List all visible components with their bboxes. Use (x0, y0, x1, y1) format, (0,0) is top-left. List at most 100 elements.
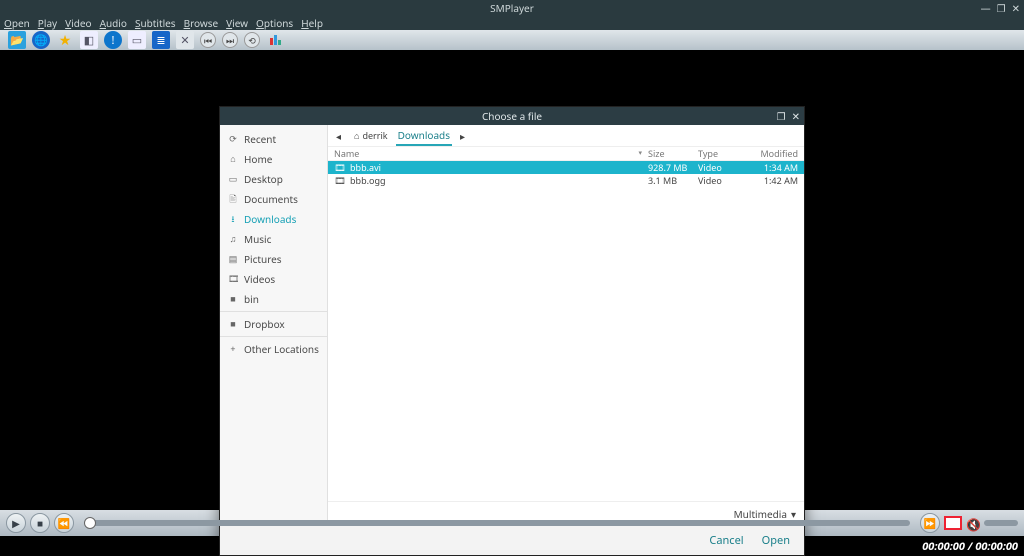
cancel-button[interactable]: Cancel (709, 533, 743, 548)
places-videos[interactable]: 🎞 Videos (220, 269, 327, 289)
file-dialog: Choose a file ❐ ✕ ⟳Recent ⌂Home ▭Desktop… (219, 106, 805, 556)
sidebar-item-label: Dropbox (244, 318, 285, 330)
play-button[interactable]: ▶ (6, 513, 26, 533)
places-documents[interactable]: 🖹 Documents (220, 189, 327, 209)
fullscreen-button[interactable] (944, 516, 962, 530)
menu-help[interactable]: Help (301, 16, 323, 30)
window-icon[interactable]: ▭ (128, 31, 146, 49)
dialog-maximize-icon[interactable]: ❐ (777, 109, 786, 123)
places-bin[interactable]: ■ bin (220, 289, 327, 309)
time-position: 00:00:00 / 00:00:00 (922, 539, 1018, 554)
equalizer-icon[interactable] (266, 31, 284, 49)
screenshot-icon[interactable]: ◧ (80, 31, 98, 49)
window-close-icon[interactable]: ✕ (1012, 3, 1020, 13)
file-name: bbb.ogg (350, 174, 648, 187)
window-maximize-icon[interactable]: ❐ (997, 3, 1006, 13)
breadcrumb-home[interactable]: ⌂ derrik (354, 129, 388, 142)
pictures-icon: ▤ (228, 254, 238, 265)
folder-icon: ■ (228, 319, 238, 330)
loop-icon[interactable]: ⟲ (244, 32, 260, 48)
open-button[interactable]: Open (762, 533, 790, 548)
video-file-icon: 🎞 (334, 161, 346, 174)
breadcrumb-back-icon[interactable]: ◂ (336, 129, 346, 143)
sidebar-item-label: bin (244, 293, 259, 305)
documents-icon: 🖹 (228, 194, 238, 205)
mute-icon[interactable]: 🔇 (966, 516, 980, 530)
places-pictures[interactable]: ▤Pictures (220, 249, 327, 269)
folder-icon: ■ (228, 294, 238, 305)
sidebar-item-label: Other Locations (244, 343, 319, 355)
open-file-icon[interactable]: 📂 (8, 31, 26, 49)
menu-play[interactable]: Play (38, 16, 57, 30)
file-list-header[interactable]: Name ▾ Size Type Modified (328, 147, 804, 161)
file-modified: 1:34 AM (748, 161, 798, 174)
video-area: Choose a file ❐ ✕ ⟳Recent ⌂Home ▭Desktop… (0, 50, 1024, 510)
breadcrumb-current[interactable]: Downloads (396, 125, 452, 146)
menu-options[interactable]: Options (256, 16, 293, 30)
file-modified: 1:42 AM (748, 174, 798, 187)
forward-button[interactable]: ⏩ (920, 513, 940, 533)
stop-button[interactable]: ■ (30, 513, 50, 533)
video-file-icon: 🎞 (334, 174, 346, 187)
sidebar-item-label: Downloads (244, 213, 296, 225)
places-other[interactable]: +Other Locations (220, 339, 327, 359)
playlist-icon[interactable]: ≣ (152, 31, 170, 49)
menu-view[interactable]: View (226, 16, 248, 30)
dialog-actions: Cancel Open (220, 525, 804, 555)
column-name[interactable]: Name (334, 147, 638, 160)
file-name: bbb.avi (350, 161, 648, 174)
file-size: 928.7 MB (648, 161, 698, 174)
window-minimize-icon[interactable]: — (981, 3, 991, 13)
dialog-title: Choose a file (482, 109, 542, 123)
file-list: 🎞 bbb.avi 928.7 MB Video 1:34 AM 🎞 bbb.o… (328, 161, 804, 501)
breadcrumb-forward-icon[interactable]: ▸ (460, 129, 470, 143)
menu-video[interactable]: Video (65, 16, 91, 30)
places-recent[interactable]: ⟳Recent (220, 129, 327, 149)
column-modified[interactable]: Modified (748, 147, 798, 160)
menu-open[interactable]: Open (4, 16, 30, 30)
favorites-icon[interactable]: ★ (56, 31, 74, 49)
places-home[interactable]: ⌂Home (220, 149, 327, 169)
home-icon: ⌂ (354, 129, 359, 142)
menu-audio[interactable]: Audio (100, 16, 127, 30)
sidebar-separator (220, 336, 327, 337)
menu-browse[interactable]: Browse (184, 16, 219, 30)
open-url-icon[interactable]: 🌐 (32, 31, 50, 49)
home-icon: ⌂ (228, 154, 238, 165)
menubar: Open Play Video Audio Subtitles Browse V… (0, 16, 1024, 30)
videos-icon: 🎞 (228, 274, 238, 285)
file-row[interactable]: 🎞 bbb.avi 928.7 MB Video 1:34 AM (328, 161, 804, 174)
menu-subtitles[interactable]: Subtitles (135, 16, 176, 30)
chevron-down-icon: ▾ (791, 507, 796, 521)
info-icon[interactable]: ! (104, 31, 122, 49)
rewind-button[interactable]: ⏪ (54, 513, 74, 533)
skip-back-icon[interactable]: ⏮ (200, 32, 216, 48)
seek-bar[interactable] (84, 520, 910, 526)
file-row[interactable]: 🎞 bbb.ogg 3.1 MB Video 1:42 AM (328, 174, 804, 187)
sidebar-item-label: Recent (244, 133, 276, 145)
dialog-close-icon[interactable]: ✕ (792, 109, 800, 123)
filetype-filter[interactable]: Multimedia ▾ (734, 507, 796, 521)
sidebar-item-label: Music (244, 233, 271, 245)
downloads-icon: ⭳ (228, 214, 238, 225)
file-type: Video (698, 161, 748, 174)
column-size[interactable]: Size (648, 147, 698, 160)
column-type[interactable]: Type (698, 147, 748, 160)
app-titlebar: SMPlayer — ❐ ✕ (0, 0, 1024, 16)
dialog-titlebar: Choose a file ❐ ✕ (220, 107, 804, 125)
toolbar: 📂 🌐 ★ ◧ ! ▭ ≣ ✕ ⏮ ⏭ ⟲ (0, 30, 1024, 50)
file-type: Video (698, 174, 748, 187)
sidebar-item-label: Documents (244, 193, 298, 205)
sort-descending-icon[interactable]: ▾ (638, 149, 648, 158)
skip-forward-icon[interactable]: ⏭ (222, 32, 238, 48)
places-downloads[interactable]: ⭳ Downloads (220, 209, 327, 229)
places-dropbox[interactable]: ■ Dropbox (220, 314, 327, 334)
sidebar-item-label: Desktop (244, 173, 283, 185)
tools-icon[interactable]: ✕ (176, 31, 194, 49)
sidebar-separator (220, 311, 327, 312)
sidebar-item-label: Videos (244, 273, 275, 285)
places-music[interactable]: ♫Music (220, 229, 327, 249)
breadcrumb: ◂ ⌂ derrik Downloads ▸ (328, 125, 804, 147)
volume-bar[interactable] (984, 520, 1018, 526)
places-desktop[interactable]: ▭Desktop (220, 169, 327, 189)
